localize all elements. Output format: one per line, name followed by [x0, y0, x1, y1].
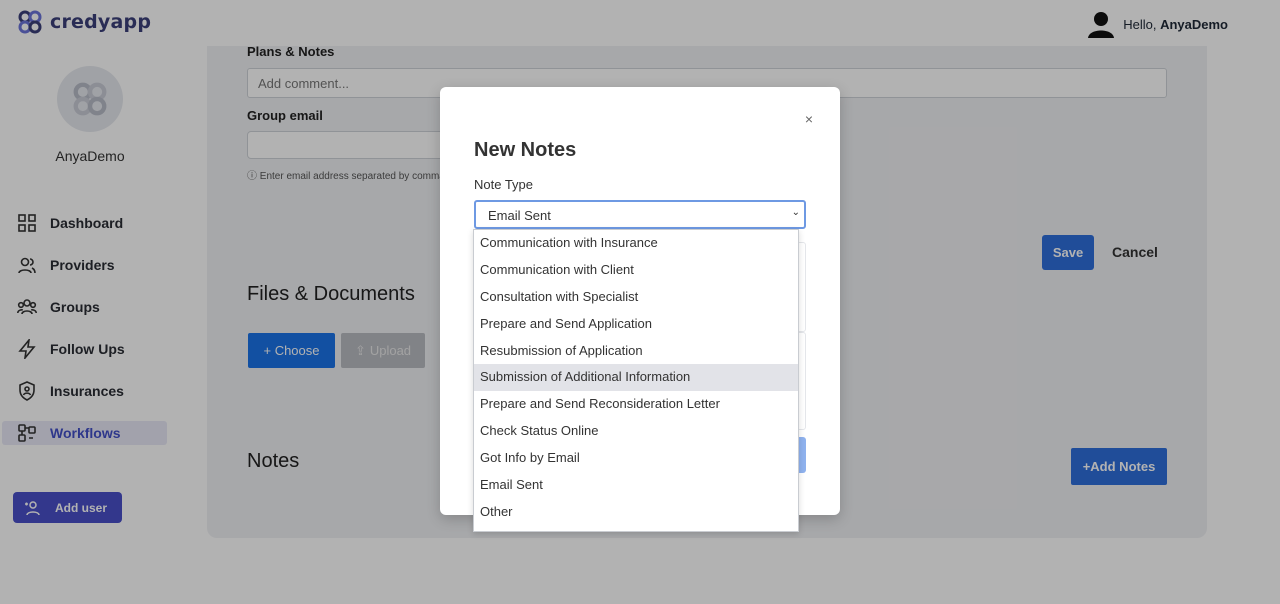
close-icon[interactable]: ×: [805, 111, 813, 127]
dropdown-option[interactable]: Email Sent: [474, 472, 798, 499]
dropdown-option[interactable]: Other: [474, 499, 798, 526]
note-type-label: Note Type: [474, 177, 534, 192]
dropdown-option[interactable]: Consultation with Specialist: [474, 284, 798, 311]
dropdown-option[interactable]: Prepare and Send Reconsideration Letter: [474, 391, 798, 418]
modal-title: New Notes: [474, 139, 577, 161]
note-type-dropdown: Communication with Insurance Communicati…: [473, 229, 799, 532]
dropdown-option[interactable]: Prepare and Send Application: [474, 311, 798, 338]
note-type-selected: Email Sent: [488, 208, 551, 223]
dropdown-option[interactable]: Communication with Insurance: [474, 230, 798, 257]
note-type-select[interactable]: Email Sent ⌄: [474, 200, 806, 229]
dropdown-option[interactable]: Resubmission of Application: [474, 338, 798, 365]
dropdown-option-highlighted[interactable]: Submission of Additional Information: [474, 364, 798, 392]
dropdown-option[interactable]: Check Status Online: [474, 418, 798, 445]
dropdown-option[interactable]: Got Info by Email: [474, 445, 798, 472]
dropdown-option[interactable]: Communication with Client: [474, 257, 798, 284]
chevron-down-icon: ⌄: [791, 207, 800, 218]
